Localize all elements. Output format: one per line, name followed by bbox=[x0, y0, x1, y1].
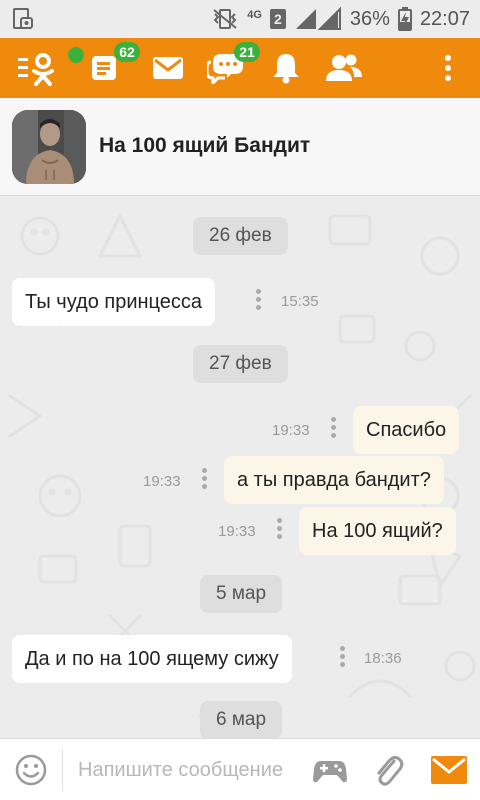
message-menu-icon[interactable] bbox=[256, 289, 262, 311]
message-menu-icon[interactable] bbox=[340, 646, 346, 668]
gamepad-icon[interactable] bbox=[312, 753, 348, 787]
clock: 22:07 bbox=[419, 7, 470, 30]
date-separator: 26 фев bbox=[193, 217, 288, 255]
message-time: 15:35 bbox=[281, 293, 319, 310]
odnoklassniki-logo-icon bbox=[18, 53, 54, 86]
divider bbox=[62, 749, 63, 791]
network-type: 4G bbox=[247, 8, 262, 21]
messages-button[interactable] bbox=[140, 38, 196, 98]
message-bubble-outgoing[interactable]: Спасибо bbox=[353, 406, 460, 454]
discussions-button[interactable]: 21 bbox=[198, 38, 260, 98]
overflow-menu-button[interactable] bbox=[420, 38, 476, 98]
vibrate-icon bbox=[213, 9, 237, 29]
screenshot-notification-icon bbox=[13, 8, 33, 29]
battery-percent: 36% bbox=[349, 7, 390, 30]
chat-header[interactable]: На 100 ящий Бандит bbox=[0, 98, 480, 196]
battery-charging-icon bbox=[397, 7, 412, 31]
notifications-button[interactable] bbox=[258, 38, 314, 98]
message-input[interactable] bbox=[78, 751, 310, 789]
message-time: 19:33 bbox=[218, 523, 256, 540]
message-bubble-incoming[interactable]: Да и по на 100 ящему сижу bbox=[12, 635, 292, 683]
notes-button[interactable]: 62 bbox=[78, 38, 140, 98]
date-separator: 6 мар bbox=[200, 701, 283, 738]
message-menu-icon[interactable] bbox=[277, 518, 283, 540]
emoji-icon[interactable] bbox=[14, 753, 48, 787]
more-vertical-icon bbox=[445, 55, 451, 81]
message-list[interactable]: 26 фев Ты чудо принцесса 15:35 27 фев 19… bbox=[0, 196, 480, 738]
avatar[interactable] bbox=[12, 110, 86, 184]
message-time: 19:33 bbox=[272, 422, 310, 439]
message-menu-icon[interactable] bbox=[202, 468, 208, 490]
message-bubble-incoming[interactable]: Ты чудо принцесса bbox=[12, 278, 216, 326]
message-menu-icon[interactable] bbox=[331, 417, 337, 439]
status-bar: 4G 2 36% 22:07 bbox=[0, 0, 480, 38]
message-time: 19:33 bbox=[143, 473, 181, 490]
date-separator: 27 фев bbox=[193, 345, 288, 383]
send-icon[interactable] bbox=[430, 753, 468, 787]
top-app-bar: 62 21 bbox=[0, 38, 480, 98]
friends-button[interactable] bbox=[316, 38, 372, 98]
envelope-icon bbox=[153, 57, 183, 79]
signal-icon bbox=[295, 7, 341, 30]
date-separator: 5 мар bbox=[200, 575, 283, 613]
friends-icon bbox=[326, 54, 362, 81]
menu-button[interactable] bbox=[10, 38, 84, 98]
discussions-badge: 21 bbox=[234, 42, 260, 62]
message-bubble-outgoing[interactable]: На 100 ящий? bbox=[299, 507, 456, 555]
paperclip-icon[interactable] bbox=[372, 751, 404, 789]
bell-icon bbox=[273, 54, 299, 84]
chat-title: На 100 ящий Бандит bbox=[99, 134, 311, 157]
message-time: 18:36 bbox=[364, 650, 402, 667]
sim-indicator: 2 bbox=[269, 9, 286, 29]
composer-bar bbox=[0, 738, 480, 800]
profile-photo bbox=[12, 110, 86, 184]
notes-badge: 62 bbox=[114, 42, 140, 62]
message-bubble-outgoing[interactable]: а ты правда бандит? bbox=[224, 456, 444, 504]
